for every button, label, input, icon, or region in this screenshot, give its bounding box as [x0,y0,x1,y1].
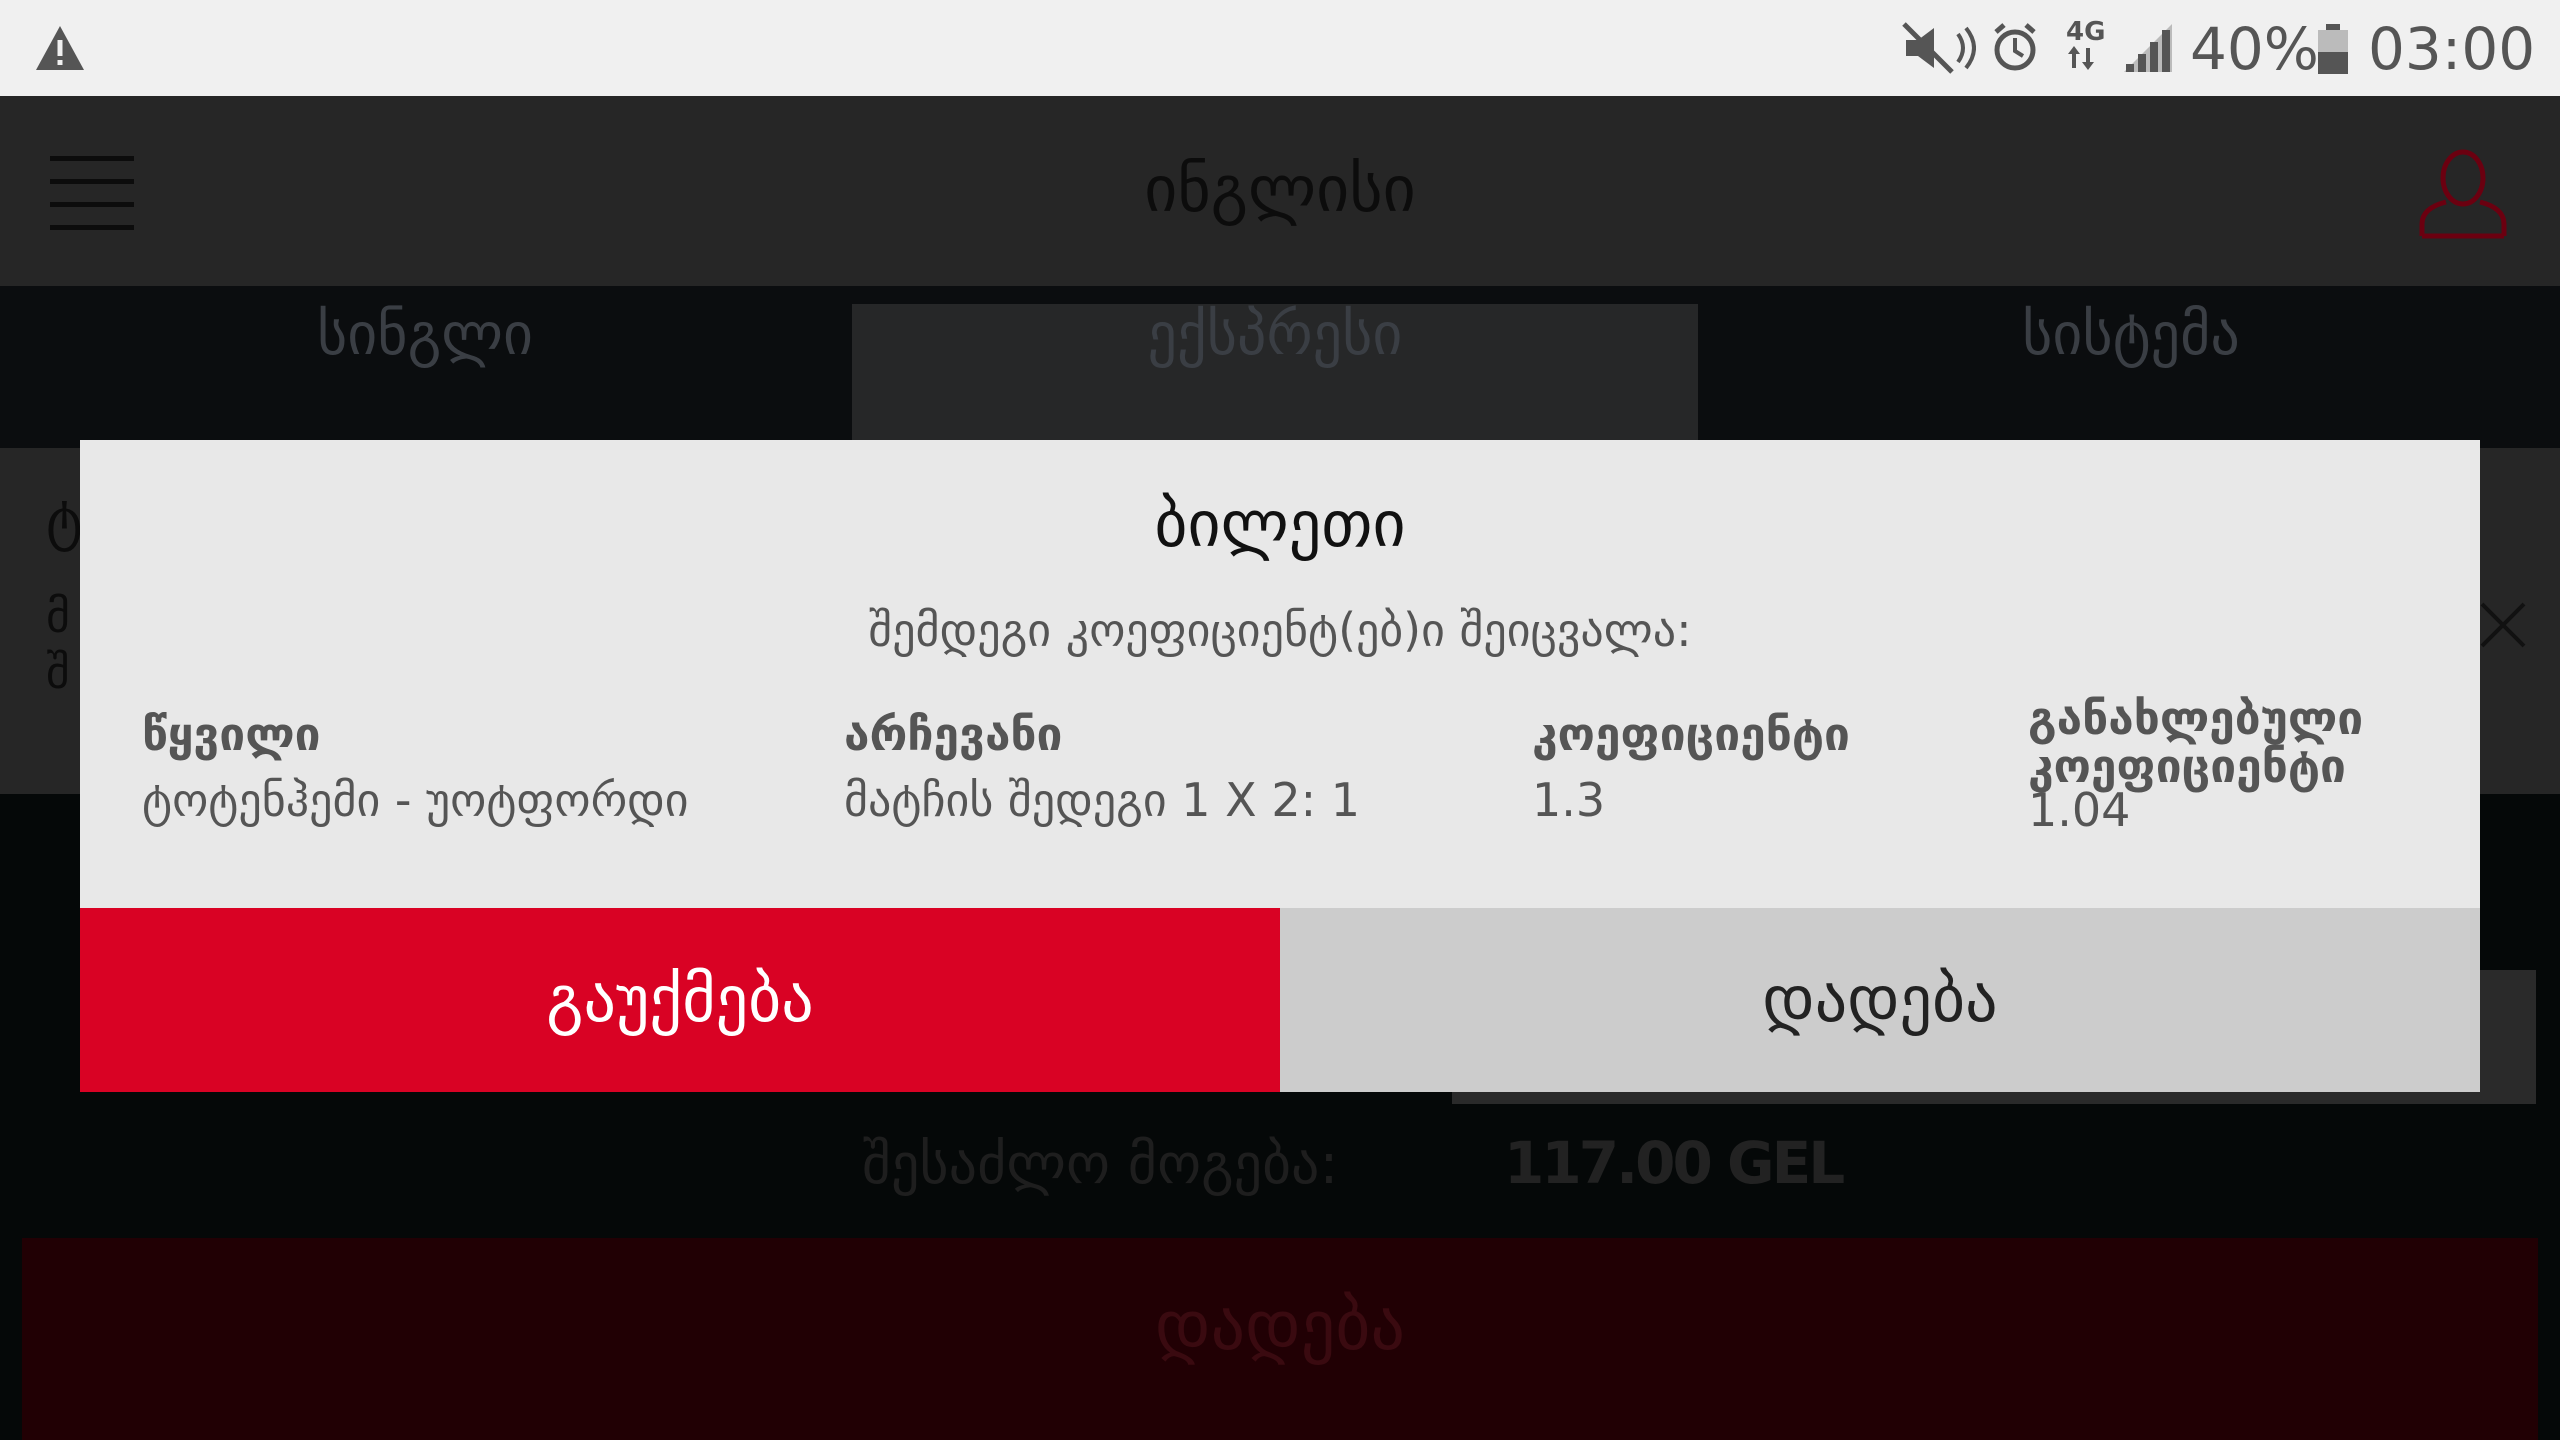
network-4g-icon: 4G [2066,18,2106,78]
place-bet-button[interactable]: დადება [22,1238,2538,1440]
column-value: ტოტენჰემი - უოტფორდი [142,773,689,827]
possible-winnings-value: 117.00 GEL [1504,1129,1845,1197]
confirm-place-bet-button[interactable]: დადება [1280,908,2480,1092]
tab-express[interactable]: ექსპრესი [852,304,1698,448]
status-bar: 4G 40% 03:00 [0,0,2560,96]
alarm-icon [1994,23,2036,71]
possible-winnings-label: შესაძლო მოგება: [862,1132,1339,1197]
column-updated-odds: განახლებული კოეფიციენტი 1.04 [2028,694,2448,840]
status-time: 03:00 [2368,15,2536,83]
panel-text: ტ [46,488,83,553]
bet-type-tabs: სინგლი ექსპრესი სისტემა [0,286,2560,448]
page-title: ინგლისი [1144,153,1416,227]
app-toolbar: ინგლისი [0,96,2560,286]
user-profile-icon[interactable] [2418,144,2508,240]
network-label: 4G [2066,17,2106,47]
panel-subtext-line-2: შ [46,645,70,699]
tab-system[interactable]: სისტემა [1702,286,2560,448]
column-header: არჩევანი [844,707,1063,761]
battery-icon [2318,24,2348,74]
panel-subtext: მ შ [46,588,70,700]
column-header: წყვილი [142,707,321,761]
tab-single[interactable]: სინგლი [0,286,850,448]
column-header: კოეფიციენტი [1532,707,1850,761]
dialog-message: შემდეგი კოეფიციენტ(ებ)ი შეიცვალა: [868,603,1692,657]
close-icon[interactable] [2478,600,2528,650]
battery-percent: 40% [2190,15,2319,83]
column-pair: წყვილი ტოტენჰემი - უოტფორდი [142,710,822,830]
column-header: განახლებული კოეფიციენტი [2028,691,2364,793]
signal-icon [2124,24,2172,72]
data-arrows-icon [2068,46,2094,70]
odds-changed-dialog: ბილეთი შემდეგი კოეფიციენტ(ებ)ი შეიცვალა:… [80,440,2480,1092]
column-selection: არჩევანი მატჩის შედეგი 1 X 2: 1 [844,710,1504,830]
column-value: 1.3 [1532,773,1606,827]
dialog-title: ბილეთი [1154,488,1406,562]
cancel-button[interactable]: გაუქმება [80,908,1280,1092]
column-value: მატჩის შედეგი 1 X 2: 1 [844,773,1360,827]
panel-subtext-line-1: მ [46,589,71,643]
warning-icon [36,26,84,70]
mute-icon [1902,22,1976,74]
column-odds: კოეფიციენტი 1.3 [1532,710,2022,830]
